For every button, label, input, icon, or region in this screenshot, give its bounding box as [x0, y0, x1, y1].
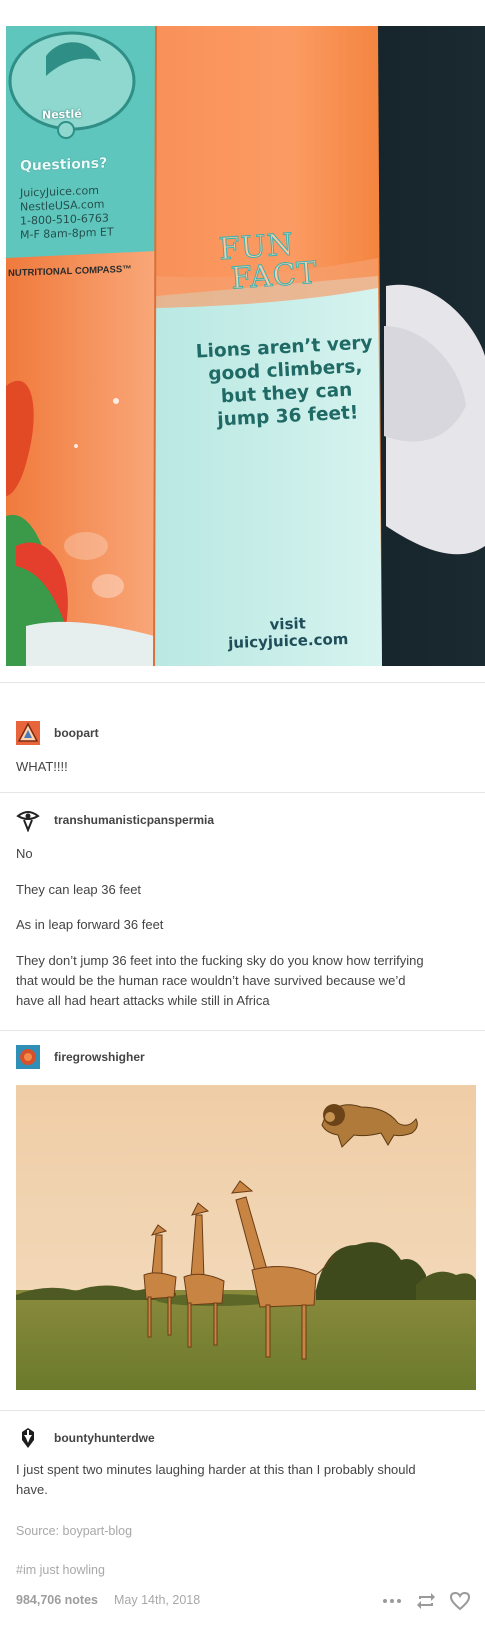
username-link[interactable]: firegrowshigher	[54, 1050, 145, 1064]
reblog-header: boopart	[16, 721, 99, 745]
reblog-text: I just spent two minutes laughing harder…	[16, 1462, 416, 1497]
giraffes-lion-image	[16, 1085, 476, 1390]
reblog-header: bountyhunterdwe	[16, 1426, 155, 1450]
divider	[0, 792, 485, 793]
reblog-text: WHAT!!!!	[16, 759, 68, 774]
reblog-text: They don’t jump 36 feet into the fucking…	[16, 953, 424, 1008]
juice-carton-photo: Nestlé Questions? JuicyJuice.com NestleU…	[6, 26, 485, 666]
reblog-text: They can leap 36 feet	[16, 882, 142, 897]
username-link[interactable]: bountyhunterdwe	[54, 1431, 155, 1445]
fun-fact-title: FUN FACT	[217, 227, 319, 297]
lion-fact-text: Lions aren’t very good climbers, but the…	[195, 332, 374, 431]
fun-fact-word: FACT	[229, 255, 319, 297]
source-link[interactable]: Source: boypart-blog	[16, 1524, 132, 1538]
reblog-text: No	[16, 846, 33, 861]
triangle-avatar-icon[interactable]	[16, 721, 40, 745]
questions-heading: Questions?	[20, 155, 108, 175]
post-footer: 984,706 notes May 14th, 2018	[16, 1593, 200, 1607]
reblog-icon[interactable]	[415, 1590, 437, 1612]
divider	[0, 682, 485, 683]
reblog-header: transhumanisticpanspermia	[16, 808, 214, 832]
username-link[interactable]: boopart	[54, 726, 99, 740]
contact-info: JuicyJuice.com NestleUSA.com 1-800-510-6…	[20, 181, 170, 242]
post-date[interactable]: May 14th, 2018	[114, 1593, 200, 1607]
circle-avatar-icon[interactable]	[16, 1045, 40, 1069]
reblog-header: firegrowshigher	[16, 1045, 145, 1069]
post-actions	[369, 1590, 471, 1612]
more-icon[interactable]	[381, 1590, 403, 1612]
reblog-text: As in leap forward 36 feet	[16, 917, 164, 932]
nestle-logo-text: Nestlé	[42, 107, 82, 122]
username-link[interactable]: transhumanisticpanspermia	[54, 813, 214, 827]
heart-icon[interactable]	[449, 1590, 471, 1612]
eye-avatar-icon[interactable]	[16, 808, 40, 832]
divider	[0, 1410, 485, 1411]
post-tag[interactable]: #im just howling	[16, 1563, 105, 1577]
notes-count[interactable]: 984,706 notes	[16, 1593, 98, 1607]
visit-website-text: visit juicyjuice.com	[219, 614, 356, 653]
mandalorian-avatar-icon[interactable]	[16, 1426, 40, 1450]
divider	[0, 1030, 485, 1031]
tumblr-post: Nestlé Questions? JuicyJuice.com NestleU…	[0, 0, 485, 1630]
